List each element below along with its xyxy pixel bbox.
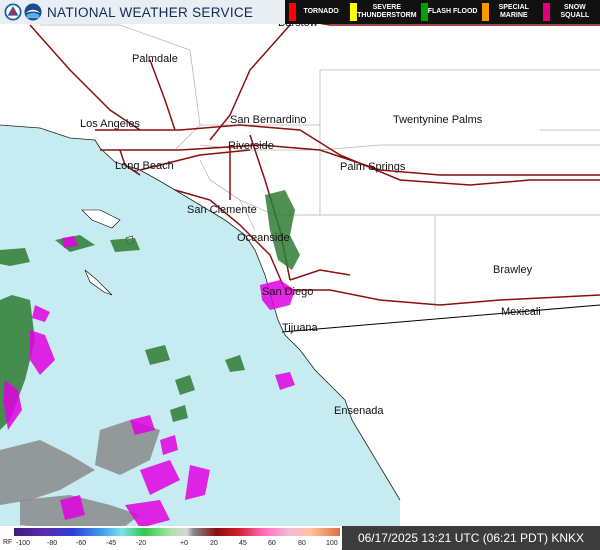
warning-swatch (420, 3, 428, 21)
timestamp: 06/17/2025 13:21 UTC (06:21 PDT) KNKX (342, 526, 600, 550)
city-brawley: Brawley (493, 264, 533, 276)
warning-snow-squall: SNOW SQUALL (539, 0, 600, 24)
tick-label: -80 (47, 540, 58, 547)
city-twentynine-palms: Twentynine Palms (393, 114, 483, 126)
warning-swatch (542, 3, 550, 21)
warning-swatch (481, 3, 489, 21)
city-san-bernardino: San Bernardino (230, 114, 307, 126)
city-los-angeles: Los Angeles (80, 118, 140, 130)
tick-label: +0 (180, 540, 188, 547)
city-riverside: Riverside (228, 140, 274, 152)
city-ensenada: Ensenada (334, 405, 384, 417)
warning-swatch (350, 3, 358, 21)
city-palm-springs: Palm Springs (340, 161, 406, 173)
city-tijuana: Tijuana (282, 322, 318, 334)
warning-special-marine: SPECIAL MARINE (478, 0, 539, 24)
warning-swatch (289, 3, 296, 21)
warning-label: FLASH FLOOD (427, 8, 478, 15)
warning-label: TORNADO (303, 8, 339, 15)
city-san-clemente: San Clemente (187, 204, 257, 216)
warning-severe-thunderstorm: SEVERE THUNDERSTORM (346, 0, 417, 24)
city-palmdale: Palmdale (132, 53, 178, 65)
tick-label: -45 (106, 540, 117, 547)
header: NATIONAL WEATHER SERVICE TORNADO SEVERE … (0, 0, 600, 24)
nws-logo-icon (4, 3, 22, 21)
international-border (281, 304, 600, 333)
warning-legend: TORNADO SEVERE THUNDERSTORM FLASH FLOOD … (285, 0, 600, 24)
city-mexicali: Mexicali (501, 306, 541, 318)
warning-label: SNOW SQUALL (560, 4, 590, 19)
tick-label: 20 (210, 540, 218, 547)
city-long-beach: Long Beach (115, 160, 174, 172)
tick-label: 100 (326, 540, 338, 547)
city-san-diego: San Diego (262, 286, 314, 298)
city-oceanside: Oceanside (237, 232, 290, 244)
agency-title: NATIONAL WEATHER SERVICE (47, 4, 254, 20)
reflectivity-legend: RF -100 -80 -60 -45 -20 +0 20 45 60 80 1… (0, 526, 600, 550)
tick-label: 45 (239, 540, 247, 547)
tick-label: -20 (136, 540, 147, 547)
tick-label: -100 (16, 540, 31, 547)
warning-label: SEVERE THUNDERSTORM (357, 4, 417, 19)
warning-label: SPECIAL MARINE (498, 4, 529, 19)
warning-flash-flood: FLASH FLOOD (417, 0, 478, 24)
tick-label: 80 (298, 540, 306, 547)
tick-label: -60 (76, 540, 87, 547)
scale-label: RF (3, 539, 13, 546)
tick-label: 60 (268, 540, 276, 547)
color-ramp (14, 528, 340, 536)
nws-banner[interactable]: NATIONAL WEATHER SERVICE (0, 0, 285, 24)
warning-tornado: TORNADO (285, 0, 346, 24)
noaa-logo-icon (24, 3, 42, 21)
